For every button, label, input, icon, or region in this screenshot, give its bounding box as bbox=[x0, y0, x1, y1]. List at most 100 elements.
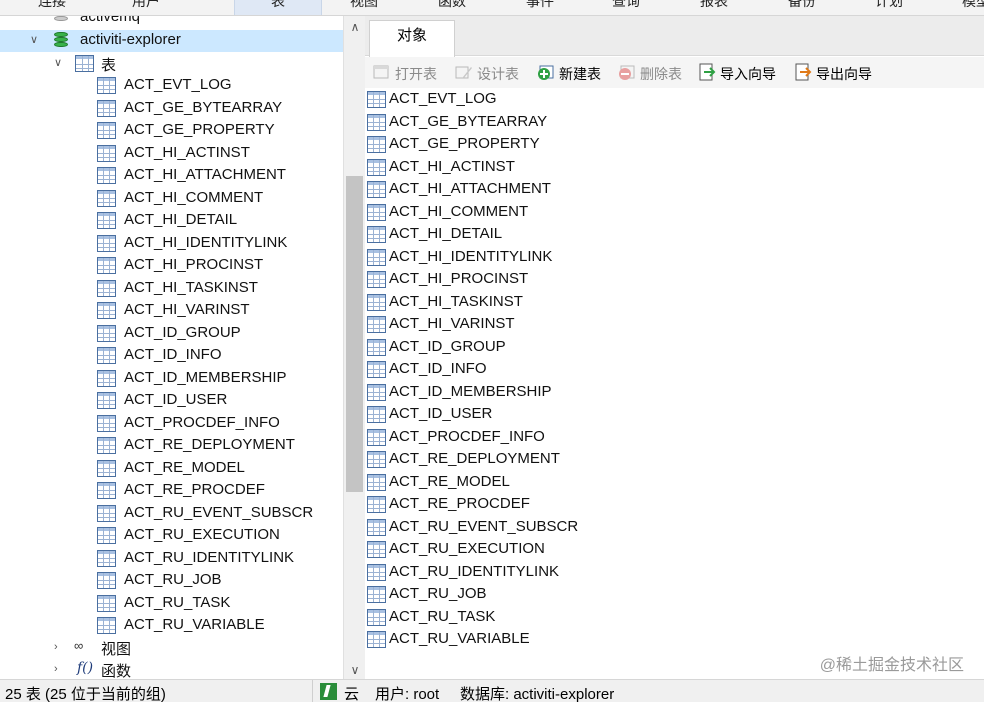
sidebar-table-item[interactable]: ACT_HI_COMMENT bbox=[0, 188, 343, 210]
sidebar-table-item[interactable]: ACT_RU_IDENTITYLINK bbox=[0, 548, 343, 570]
sidebar-table-item[interactable]: ACT_RU_JOB bbox=[0, 570, 343, 592]
sidebar-table-item[interactable]: ACT_RE_MODEL bbox=[0, 458, 343, 480]
object-list-item[interactable]: ACT_GE_BYTEARRAY bbox=[365, 112, 665, 134]
sidebar-table-item[interactable]: ACT_HI_IDENTITYLINK bbox=[0, 233, 343, 255]
table-icon bbox=[97, 459, 116, 477]
status-user: 用户: root bbox=[375, 686, 440, 702]
chevron-right-icon[interactable]: › bbox=[54, 664, 64, 675]
sidebar-table-item[interactable]: ACT_HI_VARINST bbox=[0, 300, 343, 322]
menu-schedule[interactable]: 计划 bbox=[875, 0, 903, 11]
table-icon bbox=[97, 572, 116, 589]
sidebar-table-item[interactable]: ACT_RU_EXECUTION bbox=[0, 525, 343, 547]
object-list-item[interactable]: ACT_HI_ATTACHMENT bbox=[365, 179, 665, 201]
table-name: ACT_HI_COMMENT bbox=[124, 188, 264, 206]
object-list-item[interactable]: ACT_HI_ACTINST bbox=[365, 157, 665, 179]
tree-connection-activemq[interactable]: activemq bbox=[0, 16, 343, 29]
design-table-label: 设计表 bbox=[477, 66, 519, 82]
menu-query[interactable]: 查询 bbox=[612, 0, 640, 11]
sidebar-table-item[interactable]: ACT_RE_PROCDEF bbox=[0, 480, 343, 502]
sidebar-table-item[interactable]: ACT_RU_TASK bbox=[0, 593, 343, 615]
sidebar-scrollbar[interactable]: ∧ ∨ bbox=[343, 16, 365, 679]
menu-model[interactable]: 模型 bbox=[962, 0, 984, 11]
sidebar-table-item[interactable]: ACT_HI_ACTINST bbox=[0, 143, 343, 165]
object-list-item[interactable]: ACT_HI_IDENTITYLINK bbox=[365, 247, 665, 269]
scroll-down-icon[interactable]: ∨ bbox=[344, 663, 366, 677]
object-list-item[interactable]: ACT_RU_EXECUTION bbox=[365, 539, 665, 561]
object-list-item[interactable]: ACT_HI_COMMENT bbox=[365, 202, 665, 224]
delete-table-button[interactable]: 删除表 bbox=[618, 63, 690, 83]
sidebar-table-item[interactable]: ACT_HI_PROCINST bbox=[0, 255, 343, 277]
object-list-item[interactable]: ACT_RU_IDENTITYLINK bbox=[365, 562, 665, 584]
object-list-item[interactable]: ACT_GE_PROPERTY bbox=[365, 134, 665, 156]
object-list-item[interactable]: ACT_ID_USER bbox=[365, 404, 665, 426]
sidebar-table-item[interactable]: ACT_HI_DETAIL bbox=[0, 210, 343, 232]
menu-connection[interactable]: 连接 bbox=[38, 0, 66, 11]
sidebar-table-item[interactable]: ACT_EVT_LOG bbox=[0, 75, 343, 97]
object-list-item[interactable]: ACT_HI_PROCINST bbox=[365, 269, 665, 291]
tree-functions-node[interactable]: › f() 函数 bbox=[0, 659, 343, 679]
object-list-item[interactable]: ACT_HI_VARINST bbox=[365, 314, 665, 336]
object-list-item[interactable]: ACT_RU_EVENT_SUBSCR bbox=[365, 517, 665, 539]
sidebar-table-item[interactable]: ACT_ID_INFO bbox=[0, 345, 343, 367]
sidebar-table-item[interactable]: ACT_PROCDEF_INFO bbox=[0, 413, 343, 435]
sidebar-table-item[interactable]: ACT_HI_TASKINST bbox=[0, 278, 343, 300]
sidebar-table-item[interactable]: ACT_GE_BYTEARRAY bbox=[0, 98, 343, 120]
design-table-button[interactable]: 设计表 bbox=[455, 63, 527, 83]
sidebar-table-item[interactable]: ACT_ID_MEMBERSHIP bbox=[0, 368, 343, 390]
objects-panel: 对象 打开表 设计表 新建表 删除表 导入向导 导出向导 ACT_EVT_LOG… bbox=[365, 16, 984, 679]
object-list-item[interactable]: ACT_ID_GROUP bbox=[365, 337, 665, 359]
menu-event[interactable]: 事件 bbox=[526, 0, 554, 11]
tree-connection-activiti-explorer[interactable]: ∨ activiti-explorer bbox=[0, 30, 343, 52]
table-icon bbox=[97, 279, 116, 297]
sidebar-table-item[interactable]: ACT_ID_GROUP bbox=[0, 323, 343, 345]
object-list-item[interactable]: ACT_RE_PROCDEF bbox=[365, 494, 665, 516]
export-wizard-button[interactable]: 导出向导 bbox=[794, 63, 880, 83]
object-list-item[interactable]: ACT_RU_JOB bbox=[365, 584, 665, 606]
new-table-button[interactable]: 新建表 bbox=[537, 63, 609, 83]
object-list-item[interactable]: ACT_PROCDEF_INFO bbox=[365, 427, 665, 449]
sidebar-table-item[interactable]: ACT_HI_ATTACHMENT bbox=[0, 165, 343, 187]
chevron-right-icon[interactable]: › bbox=[54, 642, 64, 653]
menu-user[interactable]: 用户 bbox=[132, 0, 160, 11]
object-list-item[interactable]: ACT_ID_INFO bbox=[365, 359, 665, 381]
object-list-item[interactable]: ACT_RU_TASK bbox=[365, 607, 665, 629]
function-icon: f() bbox=[77, 660, 94, 676]
import-wizard-button[interactable]: 导入向导 bbox=[698, 63, 784, 83]
table-icon bbox=[367, 541, 386, 558]
sidebar-table-item[interactable]: ACT_RU_VARIABLE bbox=[0, 615, 343, 637]
chevron-down-icon[interactable]: ∨ bbox=[54, 58, 64, 69]
tab-objects[interactable]: 对象 bbox=[369, 20, 455, 57]
table-icon bbox=[367, 293, 386, 311]
tree-views-node[interactable]: › ∞ 视图 bbox=[0, 637, 343, 659]
menu-backup[interactable]: 备份 bbox=[788, 0, 816, 11]
table-name: ACT_ID_INFO bbox=[124, 346, 222, 363]
object-list-item[interactable]: ACT_EVT_LOG bbox=[365, 89, 665, 111]
object-list-item[interactable]: ACT_RE_MODEL bbox=[365, 472, 665, 494]
object-list-item[interactable]: ACT_HI_TASKINST bbox=[365, 292, 665, 314]
open-table-label: 打开表 bbox=[395, 66, 437, 82]
table-icon bbox=[367, 563, 386, 581]
sidebar-table-item[interactable]: ACT_GE_PROPERTY bbox=[0, 120, 343, 142]
sidebar-table-item[interactable]: ACT_ID_USER bbox=[0, 390, 343, 412]
menu-view[interactable]: 视图 bbox=[350, 0, 378, 11]
table-name: ACT_HI_VARINST bbox=[389, 315, 515, 332]
menu-function[interactable]: 函数 bbox=[438, 0, 466, 11]
table-name: ACT_HI_ACTINST bbox=[389, 157, 515, 175]
menu-report[interactable]: 报表 bbox=[700, 0, 728, 11]
chevron-down-icon[interactable]: ∨ bbox=[30, 35, 40, 46]
object-list-item[interactable]: ACT_HI_DETAIL bbox=[365, 224, 665, 246]
status-cloud[interactable]: 云 bbox=[344, 683, 359, 702]
object-list-item[interactable]: ACT_RU_VARIABLE bbox=[365, 629, 665, 651]
menu-table[interactable]: 表 bbox=[234, 0, 322, 15]
object-list-item[interactable]: ACT_RE_DEPLOYMENT bbox=[365, 449, 665, 471]
scroll-up-icon[interactable]: ∧ bbox=[344, 20, 366, 34]
scrollbar-thumb[interactable] bbox=[346, 176, 363, 492]
open-table-button[interactable]: 打开表 bbox=[373, 63, 445, 83]
sidebar-table-item[interactable]: ACT_RE_DEPLOYMENT bbox=[0, 435, 343, 457]
database-icon bbox=[54, 16, 68, 25]
table-icon bbox=[97, 167, 116, 184]
object-list-item[interactable]: ACT_ID_MEMBERSHIP bbox=[365, 382, 665, 404]
sidebar-table-item[interactable]: ACT_RU_EVENT_SUBSCR bbox=[0, 503, 343, 525]
tree-tables-node[interactable]: ∨ 表 bbox=[0, 53, 343, 75]
table-icon bbox=[97, 594, 116, 612]
